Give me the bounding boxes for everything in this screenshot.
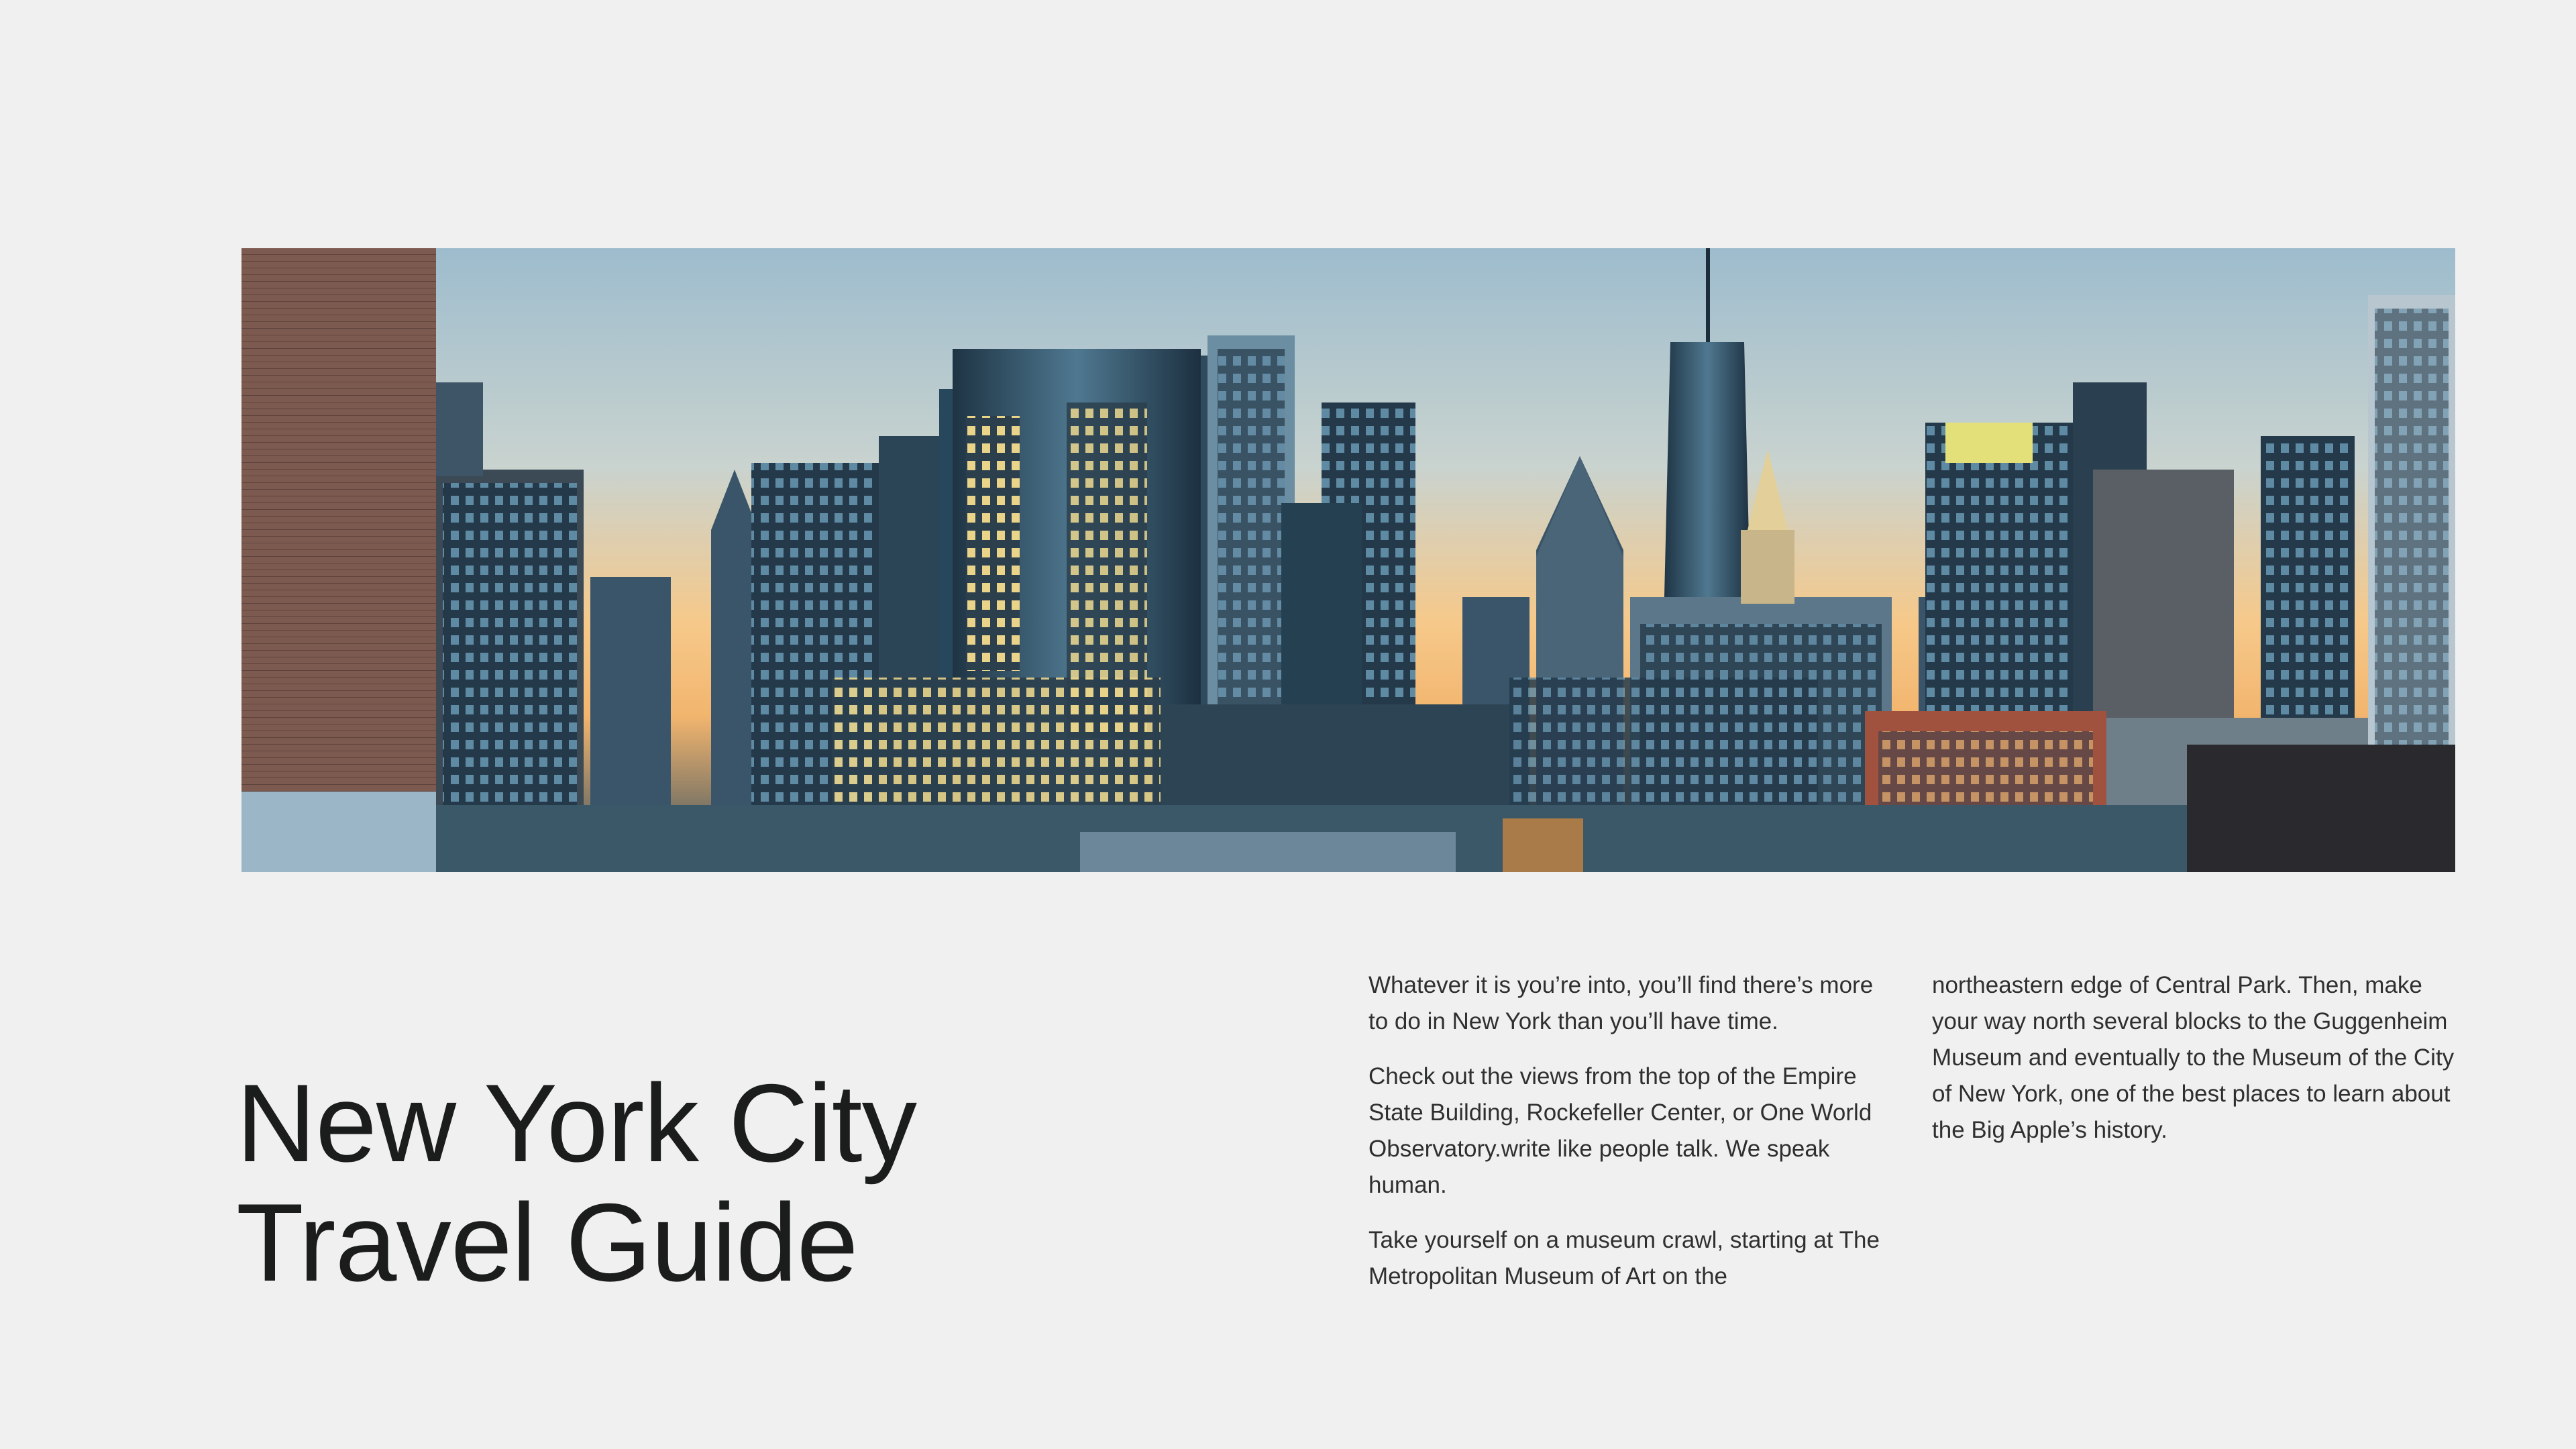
skyline-hero-image bbox=[241, 248, 2455, 872]
body-column-left: Whatever it is you’re into, you’ll find … bbox=[1368, 967, 1898, 1313]
page-title: New York City Travel Guide bbox=[236, 1061, 917, 1304]
paragraph: Whatever it is you’re into, you’ll find … bbox=[1368, 972, 1874, 1034]
paragraph: Check out the views from the top of the … bbox=[1368, 1063, 1872, 1198]
title-line-1: New York City bbox=[236, 1061, 917, 1185]
body-column-right: northeastern edge of Central Park. Then,… bbox=[1932, 967, 2462, 1167]
skyline-illustration bbox=[241, 248, 2455, 872]
travel-guide-page: New York City Travel Guide Whatever it i… bbox=[0, 0, 2576, 1449]
paragraph: northeastern edge of Central Park. Then,… bbox=[1932, 972, 2455, 1143]
title-line-2: Travel Guide bbox=[236, 1181, 858, 1304]
paragraph: Take yourself on a museum crawl, startin… bbox=[1368, 1227, 1880, 1289]
